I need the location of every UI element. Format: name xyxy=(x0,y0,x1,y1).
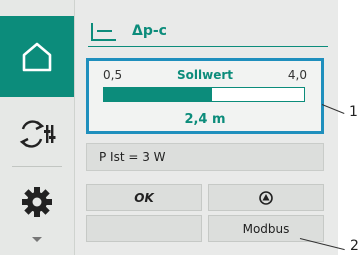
setpoint-value: 2,4 m xyxy=(184,112,226,127)
page-title: Δp-c xyxy=(132,23,167,39)
settings-sync-icon xyxy=(19,120,56,148)
callout-2: 2 xyxy=(350,238,359,254)
modbus-button[interactable]: Modbus xyxy=(208,215,324,242)
power-readout: P Ist = 3 W xyxy=(86,143,324,171)
chevron-down-icon xyxy=(32,237,42,242)
control-mode-icon xyxy=(91,23,116,41)
empty-button[interactable] xyxy=(86,215,202,242)
sidebar-scroll-down[interactable] xyxy=(0,222,74,256)
sidebar-item-settings-sync[interactable] xyxy=(0,104,74,164)
home-icon xyxy=(22,42,52,71)
sidebar-divider xyxy=(12,166,62,167)
callout-1: 1 xyxy=(349,104,358,120)
pump-icon xyxy=(259,190,273,205)
gear-icon xyxy=(22,187,52,217)
display-screen: Δp-c 0,5 Sollwert 4,0 2,4 m P Ist = 3 W … xyxy=(0,0,338,255)
sidebar-item-home[interactable] xyxy=(0,16,74,97)
setpoint-max: 4,0 xyxy=(287,68,307,82)
header-divider xyxy=(88,46,328,47)
setpoint-label: Sollwert xyxy=(177,68,233,82)
page-header: Δp-c xyxy=(82,18,332,50)
setpoint-slider[interactable] xyxy=(103,87,305,102)
ok-button[interactable]: OK xyxy=(86,184,202,211)
pump-status-button[interactable] xyxy=(208,184,324,211)
setpoint-control[interactable]: 0,5 Sollwert 4,0 2,4 m xyxy=(86,58,324,134)
setpoint-slider-fill xyxy=(104,88,212,101)
sidebar xyxy=(0,0,75,255)
